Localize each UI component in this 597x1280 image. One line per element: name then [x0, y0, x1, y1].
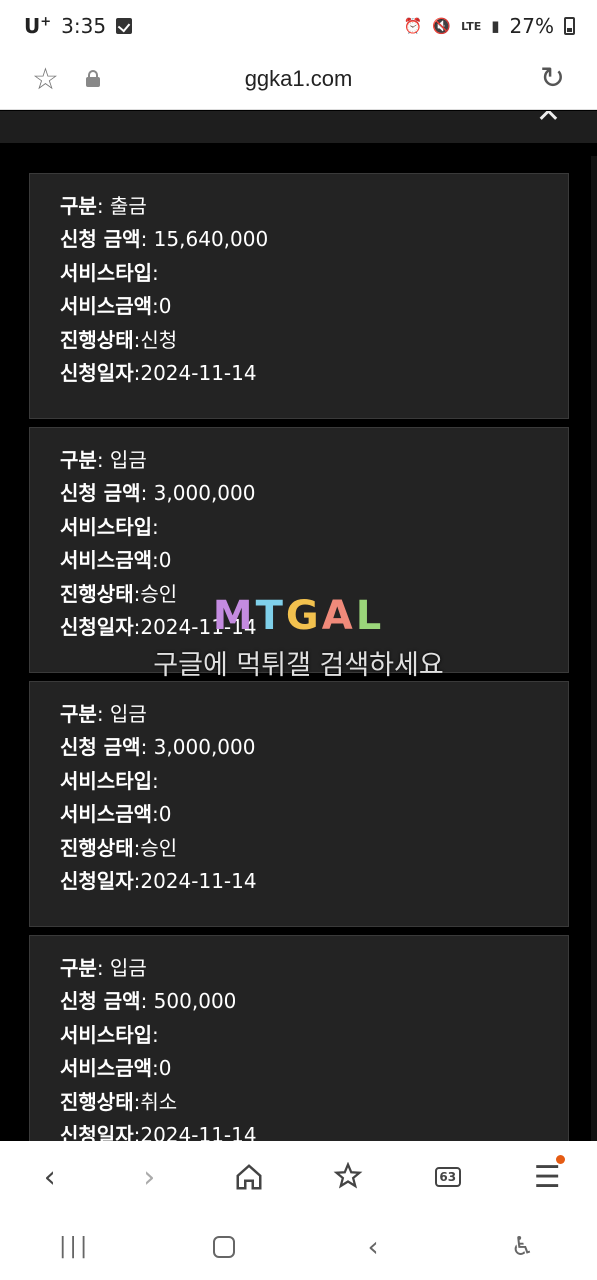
hamburger-icon: ☰: [533, 1159, 561, 1195]
record-service-amount: 서비스금액:0: [60, 548, 172, 573]
record-service-type: 서비스타입:: [60, 514, 159, 539]
reload-icon[interactable]: ↻: [540, 61, 565, 96]
android-nav-bar: ||| ‹ ♿: [0, 1213, 597, 1280]
status-bar: U+ 3:35 ⏰ 🔇 LTE ▮ 27%: [0, 0, 597, 52]
chevron-left-icon: ‹: [43, 1159, 56, 1195]
lte-label: LTE: [461, 19, 482, 33]
home-nav-button[interactable]: [184, 1222, 264, 1272]
record-amount: 신청 금액: 3,000,000: [60, 481, 256, 506]
menu-button[interactable]: ☰: [517, 1147, 577, 1207]
alarm-icon: ⏰: [403, 17, 423, 35]
home-button[interactable]: [219, 1147, 279, 1207]
record-type: 구분: 입금: [60, 702, 147, 726]
home-icon: [236, 1164, 262, 1190]
notification-dot: [556, 1155, 566, 1164]
signal-icon: ▮: [491, 17, 500, 35]
back-nav-button[interactable]: ‹: [333, 1222, 413, 1272]
clock: 3:35: [61, 14, 107, 38]
record-status: 진행상태:승인: [60, 835, 178, 860]
record-date: 신청일자:2024-11-14: [60, 1123, 257, 1141]
browser-toolbar: ‹ › 63 ☰: [0, 1141, 597, 1213]
carrier-label: U+: [24, 14, 52, 38]
accessibility-icon: ♿: [510, 1231, 535, 1262]
record-service-type: 서비스타입:: [60, 260, 159, 285]
record-service-amount: 서비스금액:0: [60, 1056, 172, 1081]
record-card: 구분: 입금 신청 금액: 3,000,000 서비스타입: 서비스금액:0 진…: [29, 681, 569, 927]
page-content: ✕ 구분: 출금 신청 금액: 15,640,000 서비스타입: 서비스금액:…: [0, 111, 597, 1141]
record-card: 구분: 입금 신청 금액: 500,000 서비스타입: 서비스금액:0 진행상…: [29, 935, 569, 1141]
record-service-type: 서비스타입:: [60, 1022, 159, 1047]
battery-percent: 27%: [509, 14, 554, 38]
recent-apps-icon: |||: [59, 1234, 91, 1259]
record-type: 구분: 입금: [60, 448, 147, 472]
record-date: 신청일자:2024-11-14: [60, 615, 257, 640]
record-status: 진행상태:신청: [60, 327, 178, 352]
modal-header: [0, 111, 597, 143]
record-amount: 신청 금액: 15,640,000: [60, 227, 269, 252]
scrollbar[interactable]: [591, 156, 597, 1141]
record-date: 신청일자:2024-11-14: [60, 869, 257, 894]
battery-icon: [564, 17, 575, 35]
record-type: 구분: 입금: [60, 956, 147, 980]
forward-button[interactable]: ›: [119, 1147, 179, 1207]
record-type: 구분: 출금: [60, 194, 147, 218]
tabs-icon: 63: [434, 1167, 461, 1187]
check-notification-icon: [116, 18, 133, 34]
url-bar: ☆ ggka1.com ↻: [0, 52, 597, 110]
chevron-right-icon: ›: [143, 1159, 156, 1195]
record-status: 진행상태:취소: [60, 1089, 178, 1114]
record-service-amount: 서비스금액:0: [60, 294, 172, 319]
record-amount: 신청 금액: 500,000: [60, 989, 237, 1014]
tabs-button[interactable]: 63: [418, 1147, 478, 1207]
recent-apps-button[interactable]: |||: [35, 1222, 115, 1272]
record-service-type: 서비스타입:: [60, 768, 159, 793]
accessibility-button[interactable]: ♿: [482, 1222, 562, 1272]
record-service-amount: 서비스금액:0: [60, 802, 172, 827]
record-card: 구분: 입금 신청 금액: 3,000,000 서비스타입: 서비스금액:0 진…: [29, 427, 569, 673]
url-text[interactable]: ggka1.com: [0, 66, 597, 92]
record-card: 구분: 출금 신청 금액: 15,640,000 서비스타입: 서비스금액:0 …: [29, 173, 569, 419]
home-square-icon: [212, 1235, 235, 1258]
record-date: 신청일자:2024-11-14: [60, 361, 257, 386]
back-chevron-icon: ‹: [367, 1230, 379, 1263]
star-list-icon: [333, 1162, 363, 1189]
mute-icon: 🔇: [432, 17, 452, 35]
close-icon[interactable]: ✕: [536, 111, 561, 130]
record-amount: 신청 금액: 3,000,000: [60, 735, 256, 760]
back-button[interactable]: ‹: [20, 1147, 80, 1207]
record-status: 진행상태:승인: [60, 581, 178, 606]
bookmarks-button[interactable]: [318, 1147, 378, 1207]
